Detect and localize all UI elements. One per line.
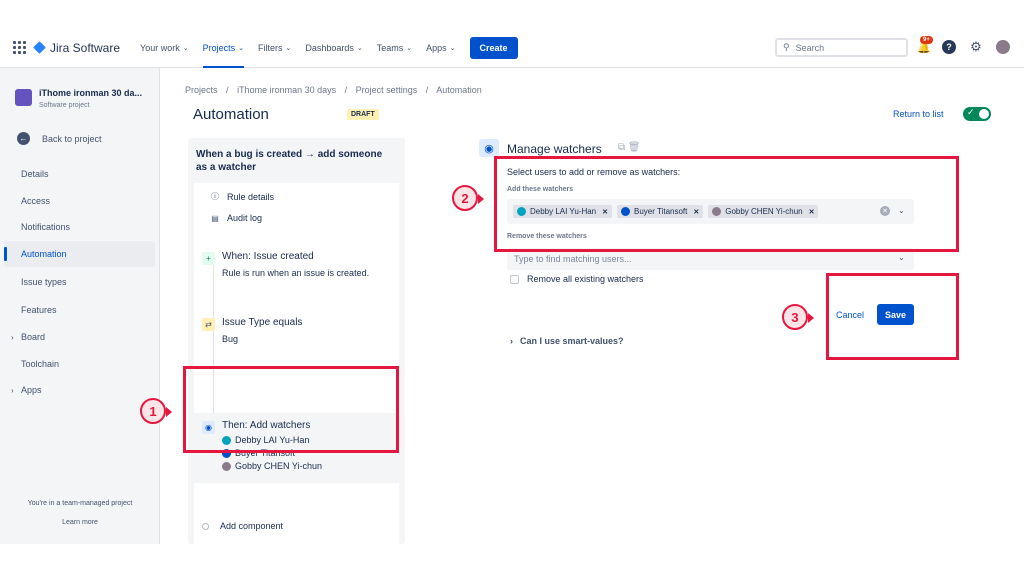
search-input[interactable]: ⚲ Search <box>775 38 908 57</box>
nav-dashboards[interactable]: Dashboards ⌄ <box>305 28 362 68</box>
nav-teams[interactable]: Teams ⌄ <box>377 28 412 68</box>
sidebar-item-notifications[interactable]: Notifications <box>4 214 155 240</box>
condition-value: Bug <box>222 334 239 344</box>
add-component-button[interactable]: Add component <box>202 521 283 531</box>
help-icon[interactable]: ? <box>942 40 956 54</box>
chevron-right-icon: › <box>11 385 14 395</box>
nav-apps[interactable]: Apps ⌄ <box>426 28 455 68</box>
breadcrumb-separator: / <box>344 85 348 95</box>
chevron-right-icon: › <box>510 336 513 346</box>
trigger-description: Rule is run when an issue is created. <box>222 268 370 278</box>
sidebar-item-issue-types[interactable]: Issue types <box>4 269 155 295</box>
search-placeholder: Search <box>795 42 825 53</box>
arrow-left-icon: ← <box>17 132 30 145</box>
annotation-box-2 <box>494 156 959 252</box>
annotation-box-3 <box>826 273 959 360</box>
chevron-down-icon: ⌄ <box>449 44 456 52</box>
draft-badge: DRAFT <box>347 109 379 120</box>
jira-logo-icon <box>33 41 46 54</box>
chevron-down-icon: ⌄ <box>182 44 189 52</box>
breadcrumb-projects[interactable]: Projects <box>185 85 218 95</box>
chevron-down-icon: ⌄ <box>356 44 363 52</box>
sidebar-item-apps[interactable]: › Apps <box>4 377 155 403</box>
settings-icon[interactable]: ⚙ <box>969 39 983 54</box>
trash-icon[interactable]: 🗑 <box>628 142 641 153</box>
rule-components: ⓘ Rule details ▤ Audit log + When: Issue… <box>194 183 399 544</box>
chevron-down-icon: ⌄ <box>285 44 292 52</box>
learn-more-link[interactable]: Learn more <box>0 519 160 526</box>
condition-step[interactable]: ⇄ Issue Type equals Bug <box>202 317 302 344</box>
rule-panel: When a bug is created → add someone as a… <box>188 138 405 544</box>
sidebar-item-details[interactable]: Details <box>4 161 155 187</box>
annotation-marker-3: 3 <box>782 304 814 330</box>
jira-logo[interactable]: Jira Software <box>33 40 121 55</box>
sidebar-item-features[interactable]: Features <box>4 297 155 323</box>
info-icon: ⓘ <box>211 192 219 201</box>
trigger-title: When: Issue created <box>222 251 314 262</box>
chevron-right-icon: › <box>11 332 14 342</box>
breadcrumb-automation[interactable]: Automation <box>436 85 482 95</box>
check-icon: ✓ <box>967 107 975 117</box>
nav-projects[interactable]: Projects ⌄ <box>202 28 244 68</box>
project-name: iThome ironman 30 da... <box>39 88 143 98</box>
nav-filters[interactable]: Filters ⌄ <box>258 28 291 68</box>
top-navigation: Jira Software Your work ⌄ Projects ⌄ Filte… <box>0 28 1024 68</box>
project-header: iThome ironman 30 da... Software project <box>15 88 142 109</box>
rule-enabled-toggle[interactable]: ✓ <box>963 107 991 121</box>
create-button[interactable]: Create <box>469 36 518 59</box>
eye-icon: ◉ <box>479 139 499 157</box>
breadcrumb: Projects / iThome ironman 30 days / Proj… <box>185 85 488 95</box>
avatar <box>222 461 231 471</box>
audit-log-link[interactable]: ▤ Audit log <box>209 213 262 223</box>
remove-all-watchers-checkbox[interactable]: Remove all existing watchers <box>510 274 644 284</box>
chevron-down-icon: ⌄ <box>406 44 413 52</box>
checkbox-icon <box>510 274 519 284</box>
sidebar-item-automation[interactable]: Automation <box>4 241 155 267</box>
breadcrumb-separator: / <box>425 85 429 95</box>
sidebar-item-board[interactable]: › Board <box>4 324 155 350</box>
plus-icon: + <box>202 252 215 265</box>
chevron-down-icon[interactable]: ⌄ <box>898 253 905 262</box>
team-managed-note: You're in a team-managed project <box>27 500 133 507</box>
app-switcher-icon[interactable] <box>13 40 27 55</box>
rule-heading: When a bug is created → add someone as a… <box>196 149 383 173</box>
notification-badge: 9+ <box>920 36 933 44</box>
component-title: Manage watchers <box>507 142 602 156</box>
annotation-marker-1: 1 <box>140 398 172 424</box>
copy-icon[interactable]: ⧉ <box>618 142 625 153</box>
trigger-step[interactable]: + When: Issue created Rule is run when a… <box>202 251 369 278</box>
project-type: Software project <box>39 102 90 109</box>
search-icon: ⚲ <box>783 42 790 52</box>
profile-avatar[interactable] <box>996 40 1010 54</box>
find-users-placeholder: Type to find matching users... <box>514 254 632 264</box>
list-item: Gobby CHEN Yi-chun <box>222 461 322 471</box>
rule-details-link[interactable]: ⓘ Rule details <box>209 191 274 202</box>
back-to-project-link[interactable]: ← Back to project <box>17 132 102 145</box>
chevron-down-icon: ⌄ <box>238 44 244 52</box>
shuffle-icon: ⇄ <box>202 318 215 331</box>
smart-values-expander[interactable]: › Can I use smart-values? <box>510 336 624 346</box>
sidebar: iThome ironman 30 da... Software project… <box>0 68 160 544</box>
sidebar-item-toolchain[interactable]: Toolchain <box>4 351 155 377</box>
breadcrumb-settings[interactable]: Project settings <box>356 85 418 95</box>
sidebar-item-access[interactable]: Access <box>4 188 155 214</box>
page-title: Automation <box>193 106 269 123</box>
annotation-marker-2: 2 <box>452 185 484 211</box>
logo-text: Jira Software <box>50 40 121 55</box>
circle-icon <box>202 522 209 530</box>
nav-your-work[interactable]: Your work ⌄ <box>140 28 189 68</box>
breadcrumb-project[interactable]: iThome ironman 30 days <box>237 85 336 95</box>
annotation-box-1 <box>183 366 399 453</box>
bottom-margin <box>0 544 1024 576</box>
project-avatar-icon <box>15 89 32 106</box>
breadcrumb-separator: / <box>226 85 229 95</box>
return-to-list-link[interactable]: Return to list <box>893 109 944 119</box>
condition-title: Issue Type equals <box>222 317 303 328</box>
document-icon: ▤ <box>211 213 219 223</box>
